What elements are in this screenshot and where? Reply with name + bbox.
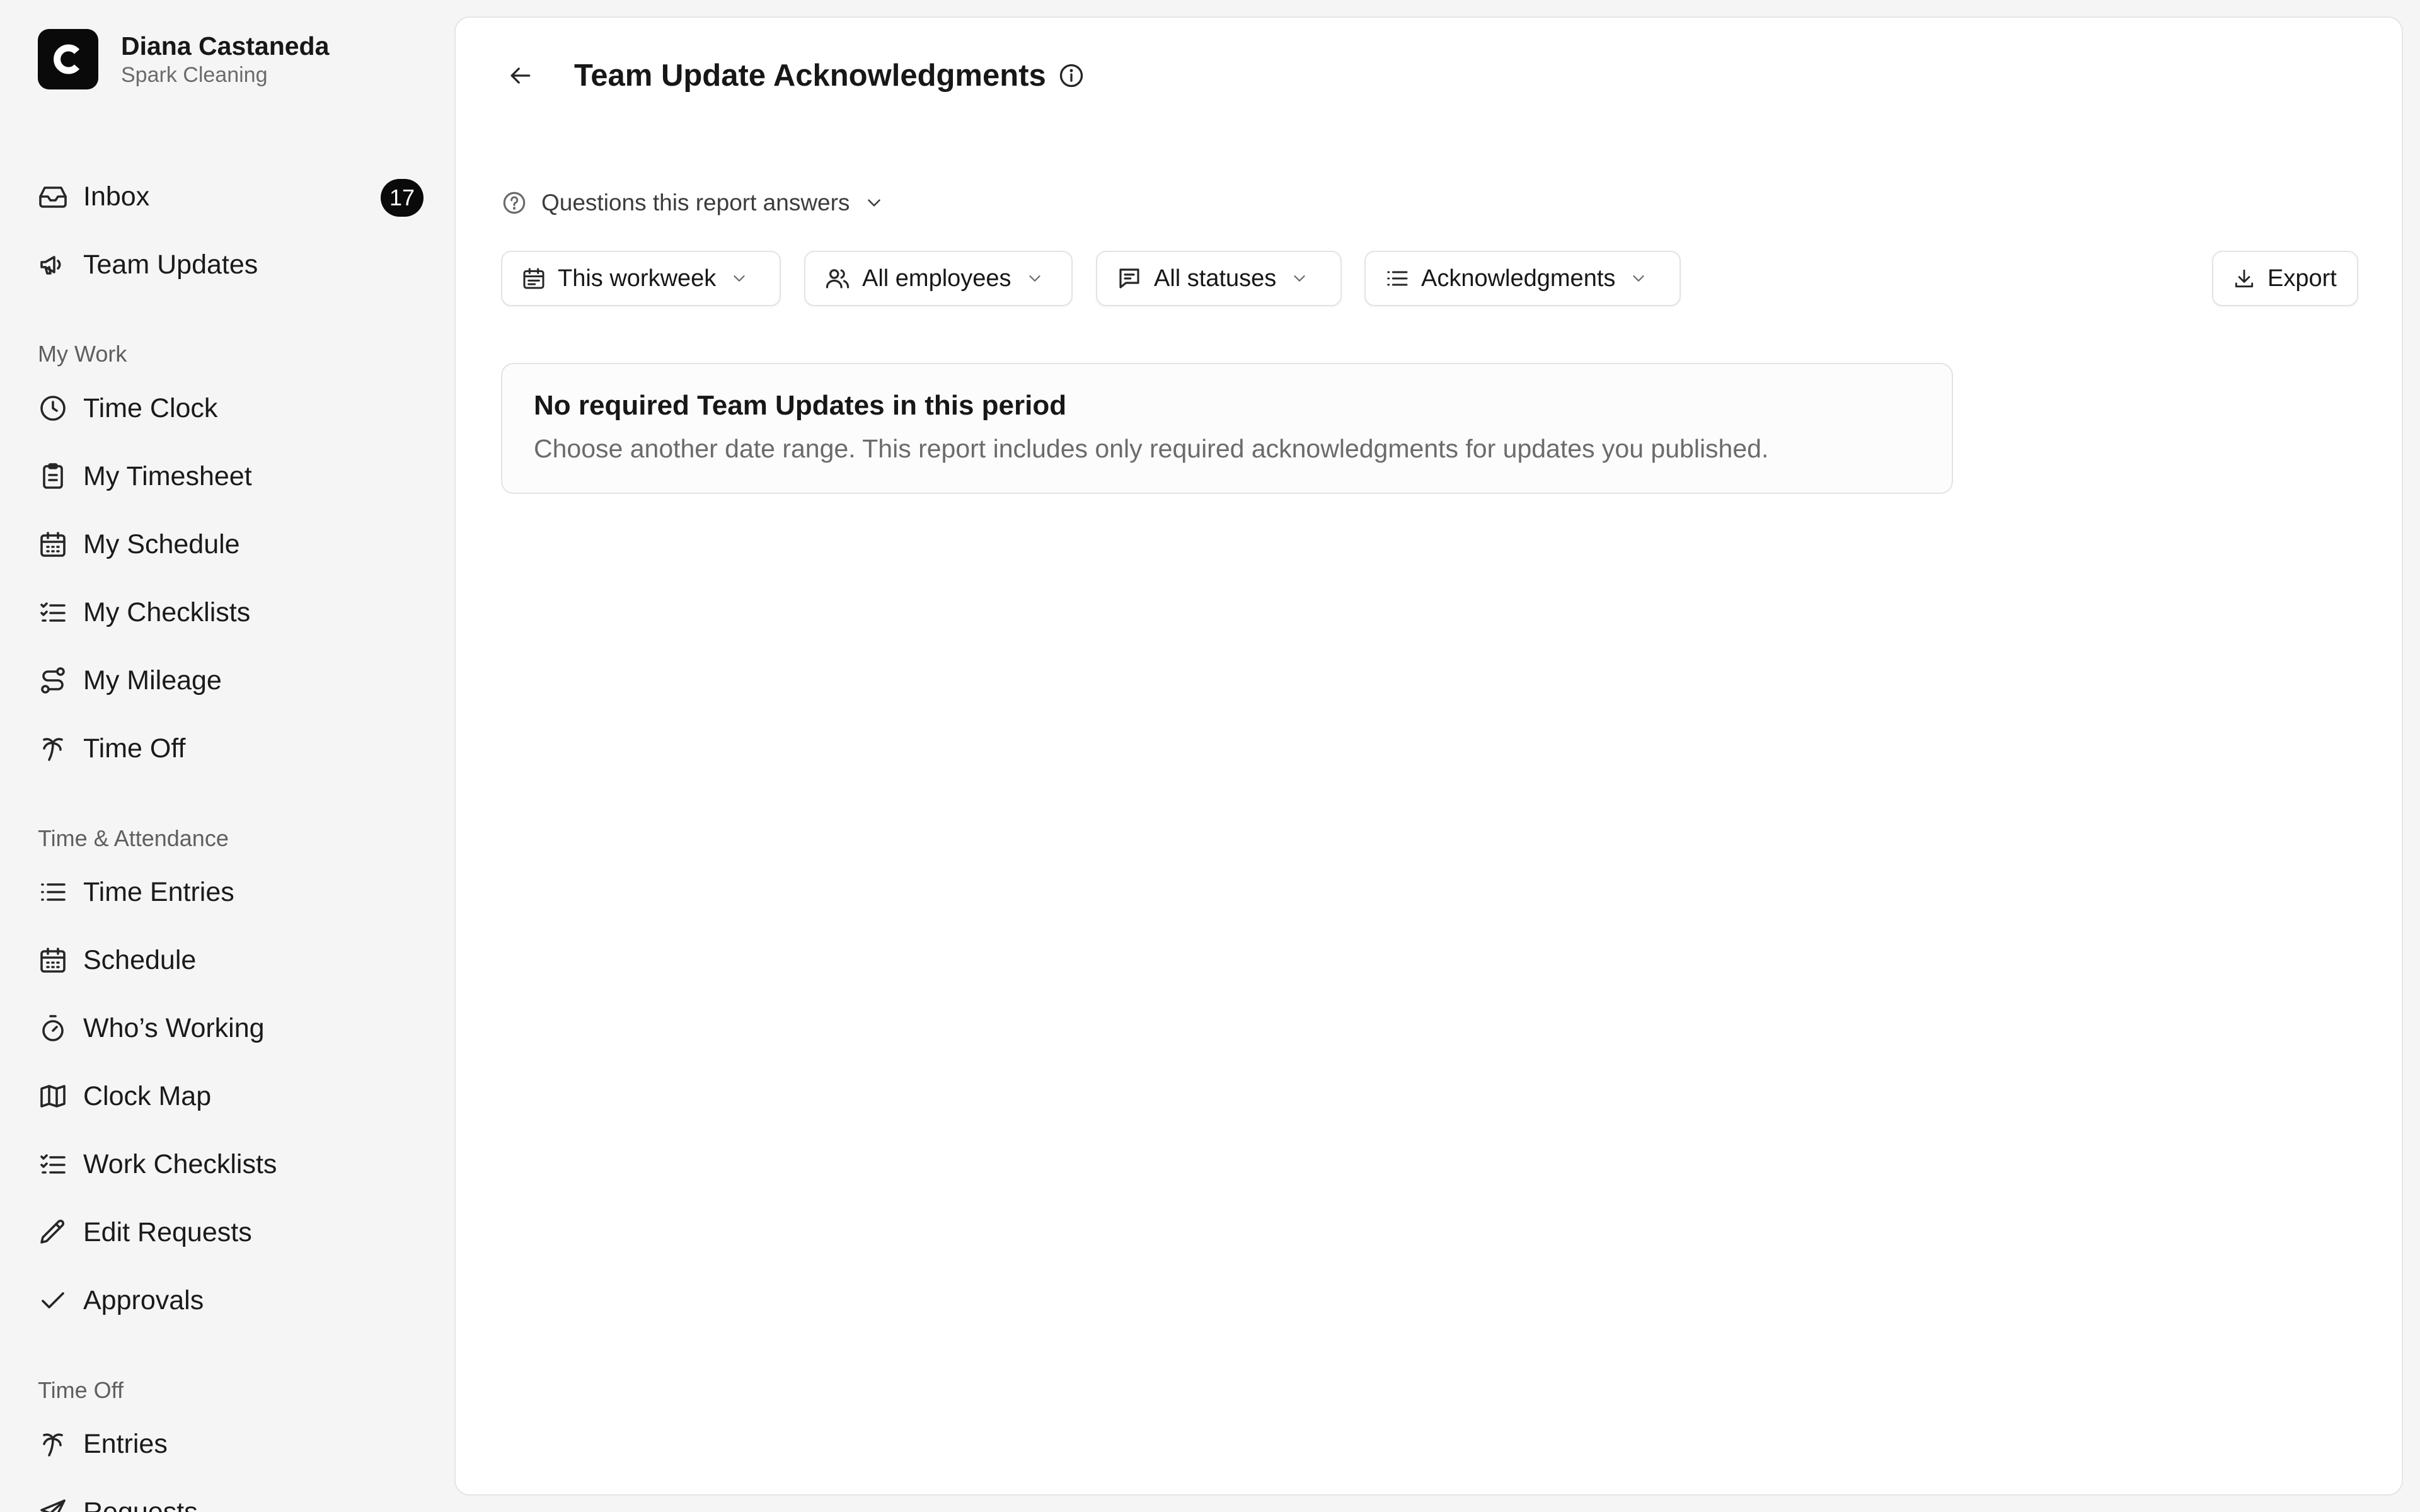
info-icon[interactable] xyxy=(1057,62,1085,89)
palm-tree-icon xyxy=(38,1429,68,1459)
send-icon xyxy=(38,1497,68,1512)
employees-filter-dropdown[interactable]: All employees xyxy=(804,251,1073,306)
sidebar-item-approvals[interactable]: Approvals xyxy=(38,1278,424,1323)
sidebar-item-my-checklists[interactable]: My Checklists xyxy=(38,590,424,635)
sidebar-item-whos-working[interactable]: Who’s Working xyxy=(38,1005,424,1051)
inbox-icon xyxy=(38,181,68,212)
sidebar-item-time-off[interactable]: Time Off xyxy=(38,726,424,771)
empty-state-card: No required Team Updates in this period … xyxy=(501,363,1953,494)
list-icon xyxy=(1385,266,1410,291)
megaphone-icon xyxy=(38,249,68,280)
sidebar-item-label: Time Entries xyxy=(83,876,234,907)
section-heading-my-work: My Work xyxy=(38,341,127,367)
sidebar-item-time-entries[interactable]: Time Entries xyxy=(38,869,424,915)
pencil-icon xyxy=(38,1217,68,1247)
chevron-down-icon xyxy=(730,269,749,288)
clock-icon xyxy=(38,393,68,423)
company-logo xyxy=(38,29,98,89)
route-icon xyxy=(38,665,68,696)
export-button[interactable]: Export xyxy=(2212,251,2358,306)
period-filter-dropdown[interactable]: This workweek xyxy=(501,251,781,306)
sidebar-item-label: Schedule xyxy=(83,944,197,975)
chevron-down-icon xyxy=(1025,269,1044,288)
sidebar-item-team-updates[interactable]: Team Updates xyxy=(38,242,424,287)
calendar-icon xyxy=(38,529,68,559)
sidebar-item-label: Edit Requests xyxy=(83,1217,252,1247)
user-name: Diana Castaneda xyxy=(121,32,330,60)
section-heading-time-attendance: Time & Attendance xyxy=(38,825,229,851)
employees-filter-value: All employees xyxy=(862,265,1011,292)
clipboard-icon xyxy=(38,461,68,491)
workspace-switcher[interactable]: Diana Castaneda Spark Cleaning xyxy=(38,29,329,89)
sidebar-item-inbox[interactable]: Inbox 17 xyxy=(38,174,424,219)
sidebar-item-label: My Mileage xyxy=(83,665,222,696)
sidebar-item-schedule[interactable]: Schedule xyxy=(38,937,424,983)
period-filter-value: This workweek xyxy=(558,265,717,292)
view-filter-dropdown[interactable]: Acknowledgments xyxy=(1364,251,1681,306)
sidebar-item-time-off-entries[interactable]: Entries xyxy=(38,1421,424,1467)
page-header: Team Update Acknowledgments xyxy=(574,53,1085,98)
report-panel: Team Update Acknowledgments Questions th… xyxy=(454,16,2403,1496)
palm-tree-icon xyxy=(38,733,68,764)
checklist-icon xyxy=(38,597,68,627)
view-filter-value: Acknowledgments xyxy=(1421,265,1616,292)
questions-disclosure[interactable]: Questions this report answers xyxy=(501,183,885,223)
sidebar-item-work-checklists[interactable]: Work Checklists xyxy=(38,1142,424,1187)
sidebar-item-label: Inbox xyxy=(83,181,150,212)
sidebar-item-label: Who’s Working xyxy=(83,1012,265,1043)
empty-state-message: Choose another date range. This report i… xyxy=(534,434,1769,463)
list-icon xyxy=(38,877,68,907)
organization-name: Spark Cleaning xyxy=(121,63,268,87)
sidebar-item-label: Clock Map xyxy=(83,1080,212,1111)
sidebar-item-my-mileage[interactable]: My Mileage xyxy=(38,658,424,703)
sidebar-item-time-clock[interactable]: Time Clock xyxy=(38,386,424,431)
status-filter-value: All statuses xyxy=(1154,265,1277,292)
sidebar-item-my-timesheet[interactable]: My Timesheet xyxy=(38,454,424,499)
sidebar-item-label: My Checklists xyxy=(83,597,251,627)
message-square-icon xyxy=(1116,265,1143,292)
sidebar-item-my-schedule[interactable]: My Schedule xyxy=(38,522,424,567)
sidebar-item-label: My Timesheet xyxy=(83,461,252,491)
sidebar-item-label: Time Off xyxy=(83,733,186,764)
map-icon xyxy=(38,1081,68,1111)
users-icon xyxy=(824,265,851,292)
chevron-down-icon xyxy=(1290,269,1309,288)
status-filter-dropdown[interactable]: All statuses xyxy=(1096,251,1342,306)
sidebar-item-label: Time Clock xyxy=(83,392,218,423)
questions-label: Questions this report answers xyxy=(541,190,850,215)
empty-state-title: No required Team Updates in this period xyxy=(534,390,1067,421)
sidebar-item-label: Approvals xyxy=(83,1285,204,1315)
chevron-down-icon xyxy=(1629,269,1648,288)
export-label: Export xyxy=(2267,265,2337,292)
inbox-count-badge: 17 xyxy=(381,179,424,217)
sidebar-item-edit-requests[interactable]: Edit Requests xyxy=(38,1210,424,1255)
calendar-icon xyxy=(521,266,546,291)
sidebar-item-time-off-requests[interactable]: Requests xyxy=(38,1489,424,1512)
arrow-left-icon xyxy=(506,62,534,89)
sidebar-item-label: Team Updates xyxy=(83,249,258,280)
sidebar-item-label: My Schedule xyxy=(83,529,240,559)
checklist-icon xyxy=(38,1149,68,1179)
back-button[interactable] xyxy=(497,53,543,98)
calendar-icon xyxy=(38,945,68,975)
download-icon xyxy=(2232,266,2256,290)
help-circle-icon xyxy=(501,190,527,216)
stopwatch-icon xyxy=(38,1013,68,1043)
page-title: Team Update Acknowledgments xyxy=(574,59,1046,93)
sidebar-item-clock-map[interactable]: Clock Map xyxy=(38,1074,424,1119)
chevron-down-icon xyxy=(863,192,885,214)
sidebar: Diana Castaneda Spark Cleaning Inbox 17 … xyxy=(0,0,454,1512)
sidebar-item-label: Entries xyxy=(83,1428,168,1459)
sidebar-item-label: Work Checklists xyxy=(83,1148,277,1179)
sidebar-item-label: Requests xyxy=(83,1496,198,1512)
section-heading-time-off: Time Off xyxy=(38,1377,124,1403)
check-icon xyxy=(38,1285,68,1315)
